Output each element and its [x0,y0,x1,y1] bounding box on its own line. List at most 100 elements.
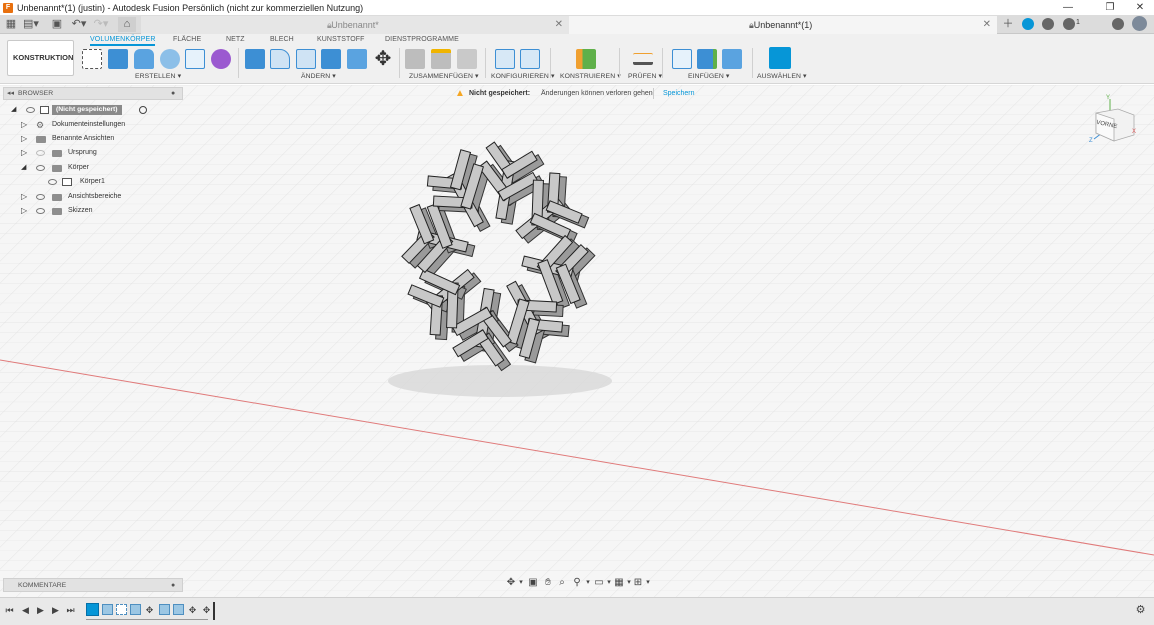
offset-plane-icon[interactable] [576,49,596,69]
new-component-icon[interactable] [405,49,425,69]
zoom-window-icon[interactable]: ⌕ [556,577,568,589]
job-status-icon[interactable] [1042,18,1054,30]
grid-menu-icon[interactable]: ▦ [2,17,20,32]
timeline-feature-move[interactable]: ✥ [187,605,198,616]
tab-close-icon[interactable]: ✕ [555,16,563,34]
browser-item-ursprung[interactable]: ▷ Ursprung [21,146,171,160]
save-icon[interactable]: ▣ [48,17,66,32]
restore-button[interactable]: ❐ [1096,0,1124,15]
go-to-end-icon[interactable]: ⏭ [65,605,76,616]
timeline-feature-extrude[interactable] [102,604,113,615]
group-einfuegen[interactable]: EINFÜGEN ▾ [688,72,729,80]
minimize-button[interactable]: — [1054,0,1082,15]
close-button[interactable]: ✕ [1126,0,1154,15]
eye-icon[interactable] [36,208,45,214]
tab-kunststoff[interactable]: KUNSTSTOFF [317,36,365,43]
expand-icon[interactable]: ▷ [21,190,27,204]
insert-canvas-icon[interactable] [722,49,742,69]
expand-icon[interactable]: ▷ [21,132,27,146]
timeline-feature-pattern[interactable] [116,604,127,615]
file-menu-icon[interactable]: ▤▾ [22,17,40,32]
browser-header[interactable]: ◂◂ BROWSER ● [3,87,183,100]
browser-root[interactable]: ◢ (Nicht gespeichert) [11,103,161,117]
press-pull-icon[interactable] [245,49,265,69]
measure-icon[interactable] [633,53,653,65]
save-link[interactable]: Speichern [663,87,695,100]
eye-icon[interactable] [36,165,45,171]
pin-icon[interactable]: ● [171,579,175,592]
extensions-icon[interactable] [1022,18,1034,30]
browser-item-skizzen[interactable]: ▷ Skizzen [21,204,171,218]
eye-hidden-icon[interactable] [36,150,45,156]
workspace-switcher[interactable]: KONSTRUKTION ▾ [7,40,74,96]
timeline-feature-extrude[interactable] [173,604,184,615]
group-konfigurieren[interactable]: KONFIGURIEREN ▾ [491,72,554,80]
timeline-feature-sketch[interactable] [86,603,99,616]
notifications-icon[interactable] [1063,18,1075,30]
tab-close-icon[interactable]: ✕ [983,16,991,34]
browser-item-koerper1[interactable]: Körper1 [47,175,167,189]
timeline-settings-gear-icon[interactable]: ⚙ [1135,605,1146,616]
activate-radio-icon[interactable] [139,106,147,114]
group-erstellen[interactable]: ERSTELLEN ▾ [135,72,181,80]
pan-icon[interactable]: ✋︎ [542,577,554,589]
eye-icon[interactable] [26,107,35,113]
pattern-icon[interactable] [185,49,205,69]
timeline-marker[interactable] [213,602,215,620]
combine-icon[interactable] [321,49,341,69]
fillet-icon[interactable] [270,49,290,69]
hole-icon[interactable] [160,49,180,69]
eye-icon[interactable] [48,179,57,185]
timeline-feature-move[interactable]: ✥ [201,605,212,616]
joint-icon[interactable] [431,49,451,69]
revolve-icon[interactable] [134,49,154,69]
plus-icon[interactable]: ＋ [999,17,1017,32]
tab-flaeche[interactable]: FLÄCHE [173,36,201,43]
split-icon[interactable] [347,49,367,69]
group-konstruieren[interactable]: KONSTRUIEREN ▾ [560,72,621,80]
tab-netz[interactable]: NETZ [226,36,245,43]
comments-panel[interactable]: KOMMENTARE ● [3,578,183,592]
tab-unbenannt-1[interactable]: 🔒︎ Unbenannt*(1) ✕ [569,16,997,34]
as-built-joint-icon[interactable] [457,49,477,69]
play-icon[interactable]: ▶ [35,605,46,616]
configure-table-icon[interactable] [520,49,540,69]
pin-icon[interactable]: ● [171,88,175,100]
tab-blech[interactable]: BLECH [270,36,294,43]
configure-icon[interactable] [495,49,515,69]
help-icon[interactable] [1112,18,1124,30]
browser-item-koerper[interactable]: ◢ Körper [21,161,171,175]
select-icon[interactable] [769,47,791,69]
home-icon[interactable]: ⌂ [118,17,136,32]
browser-item-ansichtsbereiche[interactable]: ▷ Ansichtsbereiche [21,190,171,204]
create-sketch-icon[interactable] [82,49,102,69]
timeline-feature-combine[interactable] [159,604,170,615]
group-aendern[interactable]: ÄNDERN ▾ [301,72,336,80]
form-icon[interactable] [211,49,231,69]
tab-volumenkoerper[interactable]: VOLUMENKÖRPER [90,36,156,46]
shell-icon[interactable] [296,49,316,69]
collapse-icon[interactable]: ◢ [21,161,26,175]
go-to-start-icon[interactable]: ⏮ [4,605,15,616]
expand-icon[interactable]: ◢ [11,103,16,117]
tab-dienstprogramme[interactable]: DIENSTPROGRAMME [385,36,459,43]
dropdown-icon[interactable]: ▾ [515,577,527,589]
redo-icon[interactable]: ↷▾ [92,17,110,32]
insert-derive-icon[interactable] [672,49,692,69]
group-auswaehlen[interactable]: AUSWÄHLEN ▾ [757,72,806,80]
step-back-icon[interactable]: ◀ [20,605,31,616]
expand-icon[interactable]: ▷ [21,146,27,160]
group-pruefen[interactable]: PRÜFEN ▾ [628,72,662,80]
look-at-icon[interactable]: ▣ [527,577,539,589]
collapse-icon[interactable]: ◂◂ [7,88,14,100]
avatar[interactable] [1132,16,1147,31]
timeline-feature-move[interactable]: ✥ [144,605,155,616]
browser-item-benannte-ansichten[interactable]: ▷ Benannte Ansichten [21,132,171,146]
eye-icon[interactable] [36,194,45,200]
expand-icon[interactable]: ▷ [21,204,27,218]
timeline-feature-extrude[interactable] [130,604,141,615]
extrude-icon[interactable] [108,49,128,69]
browser-item-dokumenteinstellungen[interactable]: ▷ ⚙ Dokumenteinstellungen [21,118,171,132]
undo-icon[interactable]: ↶▾ [70,17,88,32]
viewcube[interactable]: VORNE Y X Z [1088,95,1138,150]
